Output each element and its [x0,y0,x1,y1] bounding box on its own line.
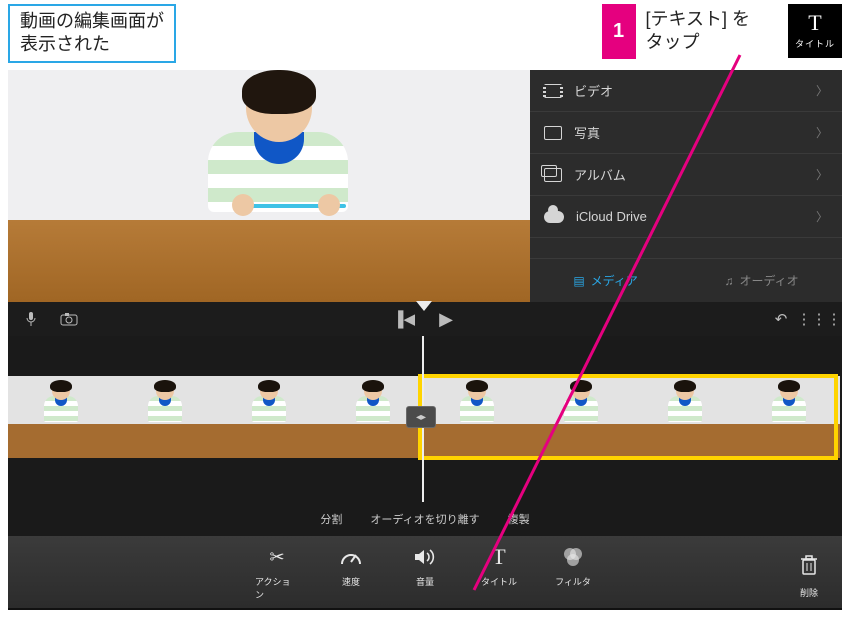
delete-button[interactable]: 削除 [794,554,824,599]
music-note-icon: ♫ [725,274,734,288]
tab-media[interactable]: ▤ メディア [573,272,638,289]
imovie-editor: ビデオ 〉 写真 〉 アルバム 〉 iCloud Drive 〉 ▤ メディア [8,70,842,610]
timeline[interactable]: ◂▸ [8,336,842,502]
chevron-right-icon: 〉 [816,82,828,99]
timeline-clip[interactable] [8,376,112,458]
tool-speed[interactable]: 速度 [329,543,373,601]
timeline-clip[interactable] [424,376,528,458]
media-item-icloud[interactable]: iCloud Drive 〉 [530,196,842,238]
timeline-clip[interactable] [216,376,320,458]
tab-label: メディア [591,272,638,289]
speaker-icon [411,543,439,571]
split-button[interactable]: 分割 [320,511,342,527]
playhead-marker-icon [416,301,432,311]
media-library-icon: ▤ [573,274,584,288]
media-item-label: アルバム [574,165,626,184]
tool-volume[interactable]: 音量 [403,543,447,601]
text-icon: T [485,543,513,571]
clip-action-row: 分割 オーディオを切り離す 複製 [8,502,842,536]
media-item-label: 写真 [574,123,600,142]
transport-bar: ▐◀ ▶ ↶ ⋮⋮⋮ [8,302,842,336]
tool-title[interactable]: T タイトル [477,543,521,601]
timeline-clip[interactable] [632,376,736,458]
undo-icon[interactable]: ↶ [772,310,790,328]
play-icon[interactable]: ▶ [437,310,455,328]
tab-label: オーディオ [740,272,799,289]
film-icon [544,84,562,98]
media-browser-panel: ビデオ 〉 写真 〉 アルバム 〉 iCloud Drive 〉 ▤ メディア [530,70,842,302]
voiceover-mic-icon[interactable] [22,310,40,328]
callout-step-1: 1 [テキスト] を タップ [602,4,760,59]
tool-label: 速度 [342,575,360,588]
tool-label: 音量 [416,575,434,588]
cloud-icon [544,211,564,223]
filter-circles-icon [559,543,587,571]
tool-label: タイトル [481,575,517,588]
media-item-video[interactable]: ビデオ 〉 [530,70,842,112]
tool-label: フィルタ [555,575,591,588]
duplicate-button[interactable]: 複製 [508,511,530,527]
audio-waveform-icon[interactable]: ⋮⋮⋮ [810,310,828,328]
timeline-clip[interactable] [112,376,216,458]
video-preview[interactable] [8,70,530,302]
media-item-album[interactable]: アルバム 〉 [530,154,842,196]
media-item-photo[interactable]: 写真 〉 [530,112,842,154]
timeline-clip[interactable] [528,376,632,458]
camera-icon[interactable] [60,310,78,328]
media-item-label: ビデオ [574,81,613,100]
speedometer-icon [337,543,365,571]
bottom-toolbar: ✂ アクション 速度 音量 T タイトル [8,536,842,608]
callout-editor-shown: 動画の編集画面が 表示された [8,4,176,63]
step-instruction: [テキスト] を タップ [636,4,760,59]
media-item-label: iCloud Drive [576,209,647,224]
tool-filter[interactable]: フィルタ [551,543,595,601]
photo-icon [544,126,562,140]
trash-icon [799,554,819,582]
preview-row: ビデオ 〉 写真 〉 アルバム 〉 iCloud Drive 〉 ▤ メディア [8,70,842,302]
chevron-right-icon: 〉 [816,208,828,225]
chevron-right-icon: 〉 [816,166,828,183]
timeline-clip[interactable] [736,376,840,458]
tab-audio[interactable]: ♫ オーディオ [725,272,799,289]
album-icon [544,168,562,182]
chevron-right-icon: 〉 [816,124,828,141]
scissors-icon: ✂ [263,543,291,571]
tool-label: 削除 [800,586,818,599]
transition-icon[interactable]: ◂▸ [406,406,436,428]
media-panel-tabs: ▤ メディア ♫ オーディオ [530,258,842,302]
title-tool-sample-icon: T タイトル [788,4,842,58]
text-glyph-icon: T [808,12,821,34]
skip-back-icon[interactable]: ▐◀ [395,310,413,328]
tool-action[interactable]: ✂ アクション [255,543,299,601]
detach-audio-button[interactable]: オーディオを切り離す [370,511,479,527]
step-number-badge: 1 [602,4,636,59]
tool-label: アクション [255,575,299,601]
title-tool-sample-label: タイトル [795,37,835,50]
